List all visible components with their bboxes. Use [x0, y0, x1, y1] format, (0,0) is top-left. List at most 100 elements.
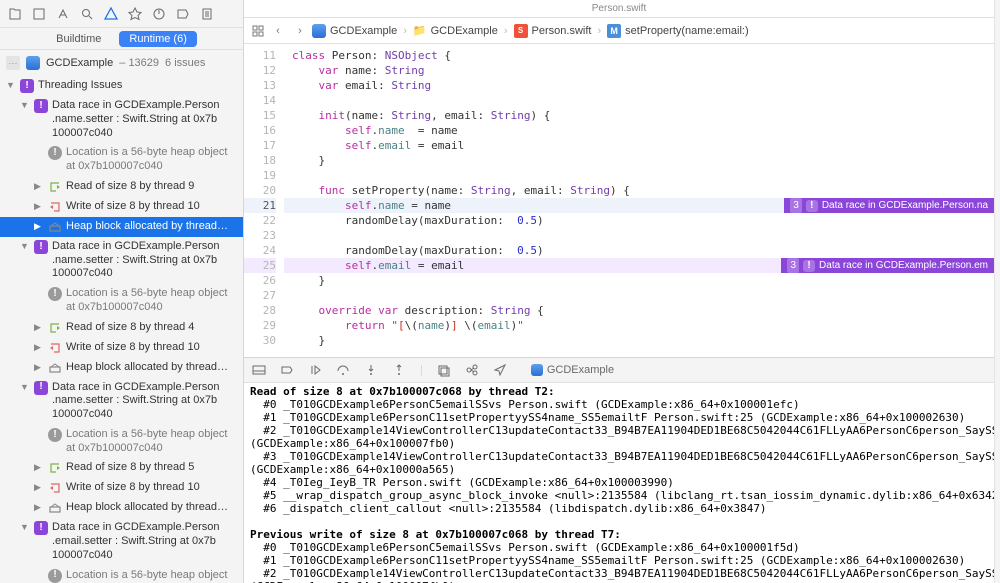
disclosure-triangle-icon[interactable]: ▶ — [34, 200, 44, 212]
toggle-debug-area-icon[interactable] — [252, 363, 266, 377]
code-line[interactable]: self.email = email3!Data race in GCDExam… — [284, 258, 994, 273]
issue-step[interactable]: ▶Write of size 8 by thread 10 — [0, 478, 243, 498]
forward-button-icon[interactable]: › — [292, 23, 308, 39]
data-race-issue[interactable]: ▼!Data race in GCDExample.Person .name.s… — [0, 378, 243, 425]
line-number[interactable]: 12 — [244, 63, 276, 78]
code-line[interactable]: init(name: String, email: String) { — [284, 108, 994, 123]
continue-icon[interactable] — [308, 363, 322, 377]
code-line[interactable]: var email: String — [284, 78, 994, 93]
line-number[interactable]: 22 — [244, 213, 276, 228]
disclosure-triangle-icon[interactable]: ▼ — [20, 521, 30, 533]
code-line[interactable] — [284, 93, 994, 108]
code-line[interactable] — [284, 168, 994, 183]
line-number[interactable]: 13 — [244, 78, 276, 93]
code-line[interactable]: } — [284, 153, 994, 168]
issue-project-header[interactable]: ⋯ GCDExample – 13629 6 issues — [0, 50, 243, 76]
back-button-icon[interactable]: ‹ — [270, 23, 286, 39]
outline-toggle-icon[interactable]: ⋯ — [6, 56, 20, 70]
step-over-icon[interactable] — [336, 363, 350, 377]
disclosure-triangle-icon[interactable]: ▶ — [34, 461, 44, 473]
code-line[interactable]: return "[\(name)] \(email)" — [284, 318, 994, 333]
breakpoints-toggle-icon[interactable] — [280, 363, 294, 377]
code-line[interactable]: func setProperty(name: String, email: St… — [284, 183, 994, 198]
disclosure-triangle-icon[interactable]: ▶ — [34, 321, 44, 333]
disclosure-triangle-icon[interactable]: ▼ — [6, 79, 16, 91]
simulate-location-icon[interactable] — [493, 363, 507, 377]
issue-step[interactable]: ▶Read of size 8 by thread 5 — [0, 458, 243, 478]
data-race-issue[interactable]: ▼!Data race in GCDExample.Person .name.s… — [0, 96, 243, 143]
issue-location[interactable]: !Location is a 56-byte heap object at 0x… — [0, 425, 243, 459]
issue-location[interactable]: !Location is a 56-byte heap object at 0x… — [0, 284, 243, 318]
issue-navigator-icon[interactable] — [104, 7, 118, 21]
disclosure-triangle-icon[interactable]: ▶ — [34, 220, 44, 232]
line-number[interactable]: 19 — [244, 168, 276, 183]
code-line[interactable]: self.email = email — [284, 138, 994, 153]
disclosure-triangle-icon[interactable]: ▼ — [20, 240, 30, 252]
line-number[interactable]: 15 — [244, 108, 276, 123]
disclosure-triangle-icon[interactable]: ▶ — [34, 361, 44, 373]
active-tab-label[interactable]: Person.swift — [592, 3, 646, 14]
code-line[interactable]: var name: String — [284, 63, 994, 78]
buildtime-segment[interactable]: Buildtime — [46, 31, 111, 47]
line-number[interactable]: 24 — [244, 243, 276, 258]
line-number[interactable]: 14 — [244, 93, 276, 108]
line-number[interactable]: 29 — [244, 318, 276, 333]
line-number[interactable]: 28 — [244, 303, 276, 318]
tab-bar[interactable]: Person.swift — [244, 0, 994, 18]
code-line[interactable]: class Person: NSObject { — [284, 48, 994, 63]
data-race-issue[interactable]: ▼!Data race in GCDExample.Person .name.s… — [0, 237, 243, 284]
line-number[interactable]: 17 — [244, 138, 276, 153]
code-line[interactable]: self.name = name — [284, 123, 994, 138]
line-number[interactable]: 11 — [244, 48, 276, 63]
issue-step[interactable]: ▶Heap block allocated by thread… — [0, 358, 243, 378]
project-navigator-icon[interactable] — [8, 7, 22, 21]
step-into-icon[interactable] — [364, 363, 378, 377]
issue-location[interactable]: !Location is a 56-byte heap object at 0x… — [0, 143, 243, 177]
disclosure-triangle-icon[interactable]: ▼ — [20, 381, 30, 393]
debug-memory-graph-icon[interactable] — [465, 363, 479, 377]
line-number[interactable]: 30 — [244, 333, 276, 348]
code-line[interactable] — [284, 288, 994, 303]
code-line[interactable]: } — [284, 333, 994, 348]
line-number-gutter[interactable]: 1112131415161718192021222324252627282930 — [244, 44, 284, 357]
line-number[interactable]: 18 — [244, 153, 276, 168]
debug-navigator-icon[interactable] — [152, 7, 166, 21]
report-navigator-icon[interactable] — [200, 7, 214, 21]
code-area[interactable]: class Person: NSObject { var name: Strin… — [284, 44, 994, 357]
data-race-issue[interactable]: ▼!Data race in GCDExample.Person .email.… — [0, 518, 243, 565]
issue-step[interactable]: ▶Heap block allocated by thread… — [0, 498, 243, 518]
issue-step[interactable]: ▶Read of size 8 by thread 4 — [0, 318, 243, 338]
issue-step[interactable]: ▶Write of size 8 by thread 10 — [0, 197, 243, 217]
disclosure-triangle-icon[interactable]: ▼ — [20, 99, 30, 111]
disclosure-triangle-icon[interactable]: ▶ — [34, 481, 44, 493]
threading-issues-group[interactable]: ▼!Threading Issues — [0, 76, 243, 96]
code-line[interactable]: } — [284, 273, 994, 288]
debug-view-hierarchy-icon[interactable] — [437, 363, 451, 377]
code-line[interactable] — [284, 228, 994, 243]
find-navigator-icon[interactable] — [80, 7, 94, 21]
issue-step[interactable]: ▶Write of size 8 by thread 10 — [0, 338, 243, 358]
code-line[interactable]: override var description: String { — [284, 303, 994, 318]
line-number[interactable]: 23 — [244, 228, 276, 243]
disclosure-triangle-icon[interactable]: ▶ — [34, 501, 44, 513]
disclosure-triangle-icon[interactable]: ▶ — [34, 180, 44, 192]
breakpoint-navigator-icon[interactable] — [176, 7, 190, 21]
crumb-folder[interactable]: 📁GCDExample — [413, 24, 498, 37]
crumb-project[interactable]: GCDExample — [312, 24, 397, 38]
disclosure-triangle-icon[interactable]: ▶ — [34, 341, 44, 353]
crumb-symbol[interactable]: MsetProperty(name:email:) — [607, 24, 749, 38]
issue-location[interactable]: !Location is a 56-byte heap object at 0x… — [0, 566, 243, 583]
issue-step[interactable]: ▶Heap block allocated by thread… — [0, 217, 243, 237]
inline-issue-annotation[interactable]: 3!Data race in GCDExample.Person.na — [784, 198, 994, 213]
related-items-icon[interactable] — [250, 23, 266, 39]
issue-step[interactable]: ▶Read of size 8 by thread 9 — [0, 177, 243, 197]
line-number[interactable]: 26 — [244, 273, 276, 288]
debug-target[interactable]: GCDExample — [531, 364, 614, 376]
line-number[interactable]: 25 — [244, 258, 276, 273]
line-number[interactable]: 16 — [244, 123, 276, 138]
crumb-file[interactable]: SPerson.swift — [514, 24, 592, 38]
step-out-icon[interactable] — [392, 363, 406, 377]
line-number[interactable]: 20 — [244, 183, 276, 198]
runtime-segment[interactable]: Runtime (6) — [119, 31, 196, 47]
console-output[interactable]: Read of size 8 at 0x7b100007c068 by thre… — [244, 383, 994, 583]
